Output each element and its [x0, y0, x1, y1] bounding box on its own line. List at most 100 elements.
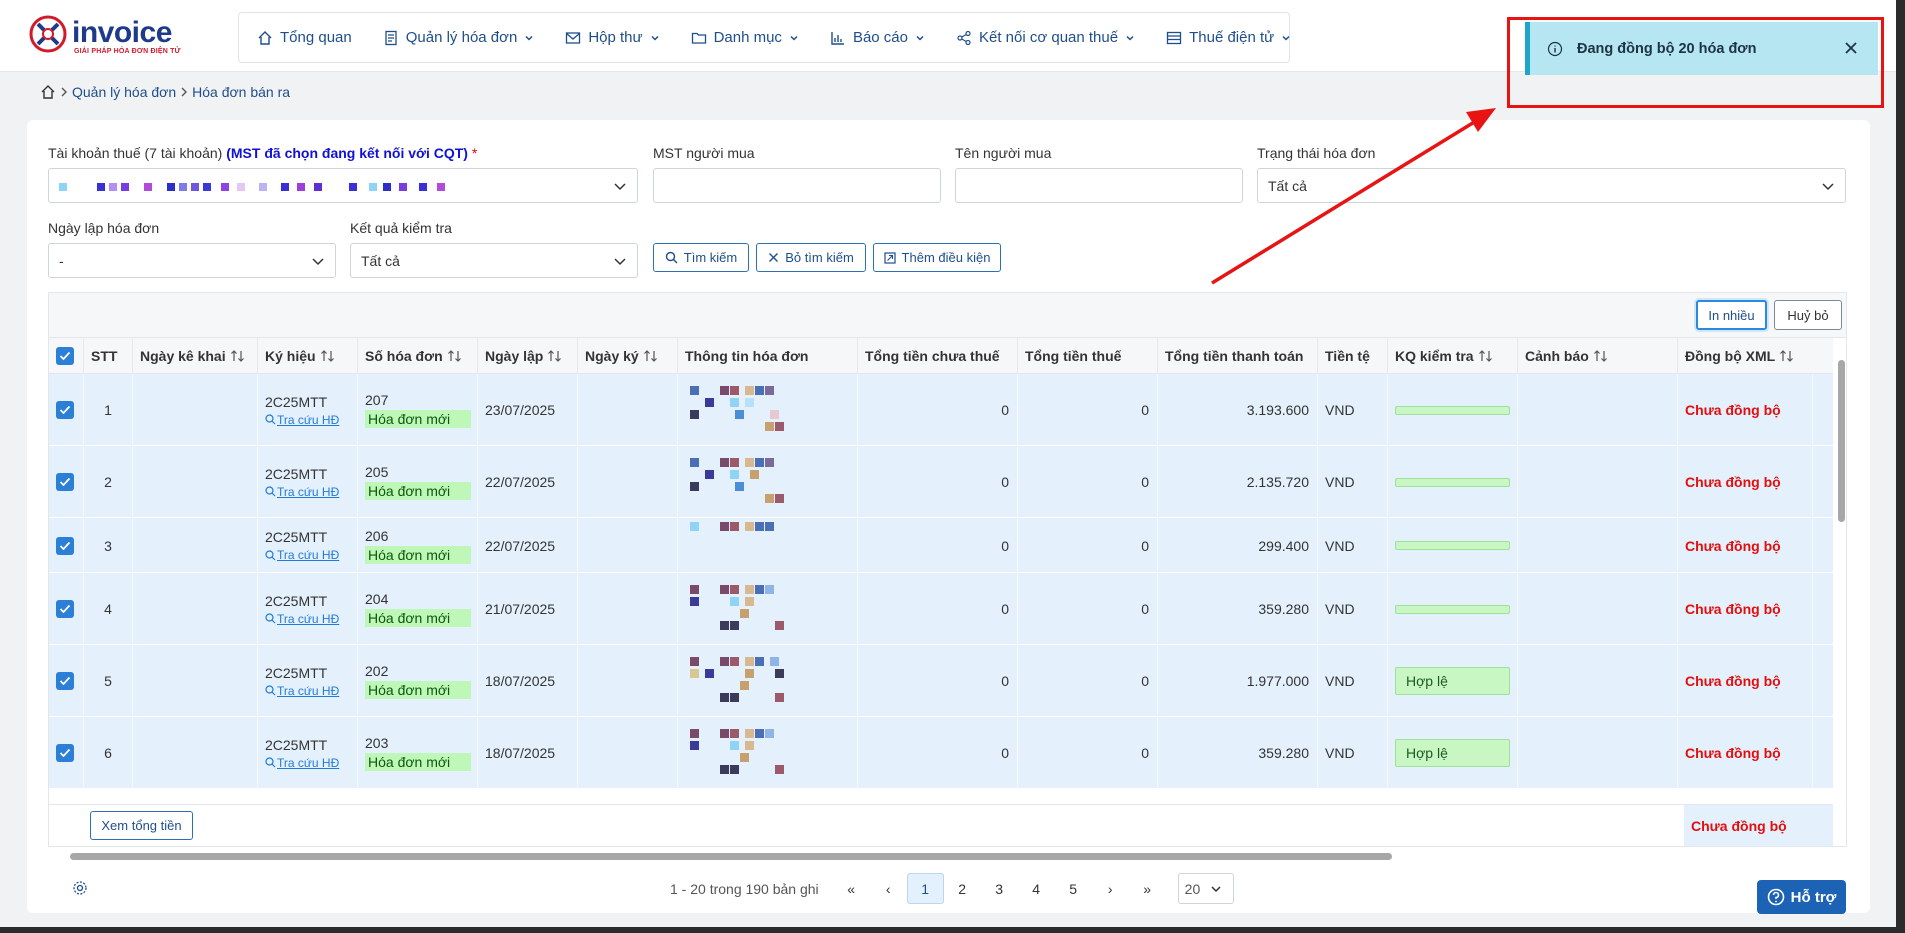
- chevron-right-icon: [181, 87, 188, 97]
- cancel-button[interactable]: Huỷ bỏ: [1774, 300, 1842, 330]
- ngay-lap-value: 23/07/2025: [485, 402, 556, 418]
- page-2[interactable]: 2: [944, 873, 981, 904]
- col-dong-bo-xml[interactable]: Đồng bộ XML: [1678, 338, 1813, 374]
- stt-cell: 3: [84, 518, 133, 573]
- thanh-toan-cell: 1.977.000: [1158, 645, 1318, 717]
- page-4[interactable]: 4: [1018, 873, 1055, 904]
- nav-hop-thu[interactable]: Hộp thư: [565, 29, 659, 46]
- help-button[interactable]: Hỗ trợ: [1757, 880, 1846, 914]
- logo[interactable]: invoice GIẢI PHÁP HÓA ĐƠN ĐIỆN TỬ: [28, 14, 194, 58]
- chevron-down-icon: [614, 258, 626, 266]
- settings-gear-icon[interactable]: [72, 880, 88, 896]
- col-thanh-toan[interactable]: Tổng tiền thanh toán: [1158, 338, 1318, 374]
- pagination-summary: 1 - 20 trong 190 bản ghi: [670, 880, 819, 897]
- col-so-hoa-don[interactable]: Số hóa đơn: [358, 338, 478, 374]
- table-row[interactable]: 1 2C25MTT Tra cứu HĐ 207 Hóa đơn mới 23/07/20…: [49, 374, 1833, 446]
- col-ky-hieu[interactable]: Ký hiệu: [258, 338, 358, 374]
- clear-search-button[interactable]: Bỏ tìm kiếm: [756, 243, 866, 272]
- table-row[interactable]: 5 2C25MTT Tra cứu HĐ 202 Hóa đơn mới 18/07/20…: [49, 645, 1833, 717]
- tien-thue-cell: 0: [1018, 717, 1158, 789]
- row-checkbox[interactable]: [56, 473, 74, 491]
- check-select[interactable]: Tất cả: [350, 243, 638, 278]
- next-page-button[interactable]: ›: [1092, 873, 1129, 904]
- chua-thue-cell: 0: [858, 518, 1018, 573]
- search-icon: [265, 685, 276, 696]
- masked-invoice-info: [685, 581, 795, 637]
- col-chua-thue[interactable]: Tổng tiền chưa thuế: [858, 338, 1018, 374]
- so-hoa-don-cell: 203 Hóa đơn mới: [358, 717, 478, 789]
- page-3[interactable]: 3: [981, 873, 1018, 904]
- col-ngay-ke-khai[interactable]: Ngày kê khai: [133, 338, 258, 374]
- col-thong-tin[interactable]: Thông tin hóa đơn: [678, 338, 858, 374]
- lookup-link[interactable]: Tra cứu HĐ: [265, 612, 339, 626]
- nav-label: Kết nối cơ quan thuế: [978, 29, 1119, 46]
- kq-bar: [1395, 604, 1510, 614]
- col-ngay-lap[interactable]: Ngày lập: [478, 338, 578, 374]
- prev-page-button[interactable]: ‹: [870, 873, 907, 904]
- tien-thue-value: 0: [1141, 673, 1149, 689]
- home-icon[interactable]: [40, 84, 56, 100]
- ngay-lap-value: 18/07/2025: [485, 745, 556, 761]
- table-row[interactable]: 3 2C25MTT Tra cứu HĐ 206 Hóa đơn mới 22/07/20…: [49, 518, 1833, 573]
- ky-hieu-value: 2C25MTT: [265, 736, 328, 753]
- nav-thue-dien-tu[interactable]: Thuế điện tử: [1166, 29, 1291, 46]
- first-page-button[interactable]: «: [833, 873, 870, 904]
- logo-subtitle: GIẢI PHÁP HÓA ĐƠN ĐIỆN TỬ: [74, 48, 181, 55]
- vertical-scrollbar[interactable]: [1838, 360, 1845, 522]
- more-conditions-button[interactable]: Thêm điều kiện: [873, 243, 1001, 272]
- table-row[interactable]: 2 2C25MTT Tra cứu HĐ 205 Hóa đơn mới 22/07/20…: [49, 446, 1833, 518]
- check-label: Kết quả kiểm tra: [350, 220, 452, 236]
- nav-tong-quan[interactable]: Tổng quan: [257, 29, 352, 46]
- breadcrumb-item[interactable]: Quản lý hóa đơn: [72, 84, 176, 100]
- col-tien-thue[interactable]: Tổng tiền thuế: [1018, 338, 1158, 374]
- lookup-label: Tra cứu HĐ: [277, 412, 340, 427]
- lookup-link[interactable]: Tra cứu HĐ: [265, 485, 339, 499]
- nav-danh-muc[interactable]: Danh mục: [691, 29, 799, 46]
- table-row[interactable]: 6 2C25MTT Tra cứu HĐ 203 Hóa đơn mới 18/07/20…: [49, 717, 1833, 789]
- col-stt[interactable]: STT: [84, 338, 133, 374]
- sync-status: Chưa đồng bộ: [1685, 474, 1781, 490]
- row-checkbox[interactable]: [56, 536, 74, 555]
- buyer-name-input[interactable]: [955, 168, 1243, 203]
- stt-value: 5: [104, 673, 112, 689]
- row-checkbox[interactable]: [56, 672, 74, 690]
- col-tien-te[interactable]: Tiền tệ: [1318, 338, 1388, 374]
- page-1[interactable]: 1: [906, 873, 944, 904]
- last-page-button[interactable]: »: [1129, 873, 1166, 904]
- select-all-checkbox[interactable]: [56, 347, 74, 365]
- lookup-link[interactable]: Tra cứu HĐ: [265, 548, 339, 562]
- page-size-select[interactable]: 20: [1177, 873, 1234, 904]
- row-checkbox[interactable]: [56, 401, 74, 419]
- nav-bao-cao[interactable]: Báo cáo: [830, 29, 925, 46]
- folder-icon: [691, 32, 706, 44]
- buyer-tax-input[interactable]: [653, 168, 941, 203]
- account-select[interactable]: [48, 168, 638, 203]
- table-row[interactable]: 4 2C25MTT Tra cứu HĐ 204 Hóa đơn mới 21/07/20…: [49, 573, 1833, 645]
- nav-quan-ly-hoa-don[interactable]: Quản lý hóa đơn: [383, 29, 535, 46]
- view-total-button[interactable]: Xem tổng tiền: [90, 811, 193, 840]
- col-canh-bao[interactable]: Cảnh báo: [1518, 338, 1678, 374]
- col-kq-kiem-tra[interactable]: KQ kiểm tra: [1388, 338, 1518, 374]
- status-select[interactable]: Tất cả: [1257, 168, 1846, 203]
- clear-search-label: Bỏ tìm kiếm: [785, 250, 854, 265]
- nav-ket-noi-co-quan-thue[interactable]: Kết nối cơ quan thuế: [956, 29, 1135, 46]
- horizontal-scrollbar[interactable]: [70, 853, 1392, 860]
- breadcrumb-item[interactable]: Hóa đơn bán ra: [192, 84, 290, 100]
- nav-label: Hộp thư: [588, 29, 643, 46]
- row-checkbox[interactable]: [56, 600, 74, 618]
- lookup-link[interactable]: Tra cứu HĐ: [265, 413, 339, 427]
- canh-bao-cell: [1518, 573, 1678, 645]
- page-5[interactable]: 5: [1055, 873, 1092, 904]
- lookup-link[interactable]: Tra cứu HĐ: [265, 684, 339, 698]
- date-select[interactable]: -: [48, 243, 336, 278]
- row-checkbox[interactable]: [56, 744, 74, 762]
- lookup-link[interactable]: Tra cứu HĐ: [265, 756, 339, 770]
- share-icon: [957, 30, 971, 45]
- col-ngay-ky[interactable]: Ngày ký: [578, 338, 678, 374]
- so-hoa-don-value: 206: [365, 527, 389, 544]
- thanh-toan-cell: 359.280: [1158, 717, 1318, 789]
- thanh-toan-value: 359.280: [1258, 745, 1309, 761]
- tien-te-value: VND: [1325, 601, 1355, 617]
- search-button[interactable]: Tìm kiếm: [653, 243, 749, 272]
- print-many-button[interactable]: In nhiều: [1696, 300, 1767, 330]
